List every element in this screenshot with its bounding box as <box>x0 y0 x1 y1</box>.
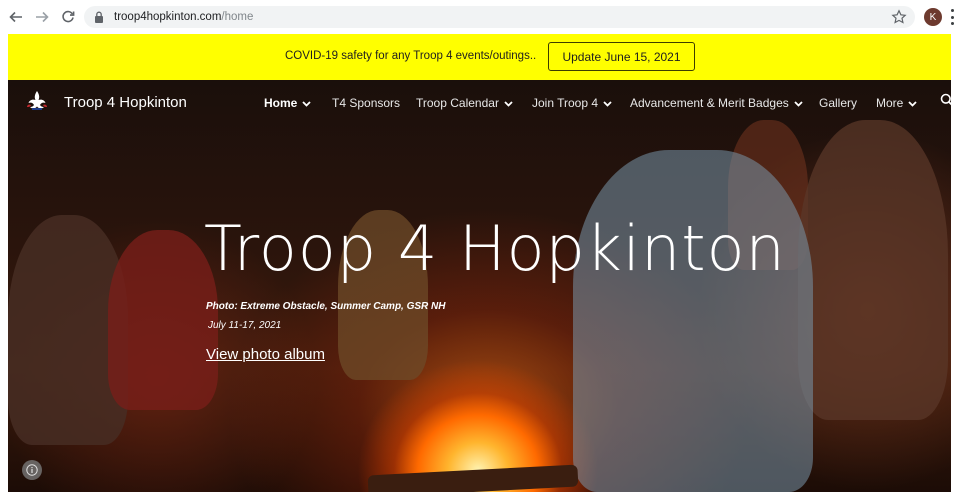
nav-item-advancement-merit-badges[interactable]: Advancement & Merit Badges <box>630 96 803 110</box>
photo-date: July 11-17, 2021 <box>208 320 282 331</box>
nav-item-join-troop-4[interactable]: Join Troop 4 <box>532 96 612 110</box>
nav-item-label: Troop Calendar <box>416 96 499 110</box>
hero-section: Troop 4 Hopkinton Home T4 Sponsors Troop… <box>8 80 951 492</box>
chevron-down-icon <box>603 100 612 107</box>
nav-item-t4-sponsors[interactable]: T4 Sponsors <box>332 96 400 110</box>
hero-photo-shape <box>367 464 579 492</box>
nav-item-label: Home <box>264 96 298 110</box>
address-bar[interactable]: troop4hopkinton.com/home <box>84 6 915 28</box>
banner-message: COVID-19 safety for any Troop 4 events/o… <box>285 50 537 62</box>
nav-item-label: More <box>876 96 904 110</box>
site-navigation: Troop 4 Hopkinton Home T4 Sponsors Troop… <box>8 80 951 124</box>
hero-photo-shape <box>108 230 218 410</box>
hero-photo-shape <box>798 120 948 420</box>
url-domain: troop4hopkinton.com <box>114 11 222 23</box>
bookmark-star-icon[interactable] <box>891 9 907 25</box>
bsa-fleur-de-lis-icon[interactable] <box>24 89 50 115</box>
forward-arrow-icon[interactable] <box>32 7 52 27</box>
lock-icon[interactable] <box>94 11 106 23</box>
nav-item-label: Advancement & Merit Badges <box>630 96 789 110</box>
nav-item-more[interactable]: More <box>876 96 917 110</box>
reload-icon[interactable] <box>58 7 78 27</box>
info-icon[interactable] <box>22 460 42 480</box>
nav-item-label: Join Troop 4 <box>532 96 599 110</box>
photo-caption: Photo: Extreme Obstacle, Summer Camp, GS… <box>206 301 446 312</box>
nav-item-home[interactable]: Home <box>264 96 311 110</box>
chevron-down-icon <box>504 100 513 107</box>
chevron-down-icon <box>302 100 311 107</box>
kebab-menu-icon[interactable] <box>950 9 954 25</box>
hero-title: Troop 4 Hopkinton <box>204 212 786 285</box>
site-title[interactable]: Troop 4 Hopkinton <box>64 94 187 111</box>
search-icon[interactable] <box>940 93 951 107</box>
back-arrow-icon[interactable] <box>6 7 26 27</box>
chevron-down-icon <box>908 100 917 107</box>
profile-avatar[interactable]: K <box>924 8 942 26</box>
url-path: /home <box>221 11 254 23</box>
chevron-down-icon <box>794 100 803 107</box>
url-text: troop4hopkinton.com/home <box>114 11 253 23</box>
view-photo-album-link[interactable]: View photo album <box>206 346 325 363</box>
nav-item-label: Gallery <box>819 96 858 110</box>
nav-item-gallery[interactable]: Gallery <box>819 96 857 110</box>
update-button[interactable]: Update June 15, 2021 <box>548 42 695 71</box>
browser-toolbar: troop4hopkinton.com/home K <box>0 0 959 34</box>
nav-item-troop-calendar[interactable]: Troop Calendar <box>416 96 513 110</box>
hero-photo-shape <box>573 150 813 492</box>
nav-item-label: T4 Sponsors <box>332 96 401 110</box>
announcement-banner: COVID-19 safety for any Troop 4 events/o… <box>8 34 951 80</box>
